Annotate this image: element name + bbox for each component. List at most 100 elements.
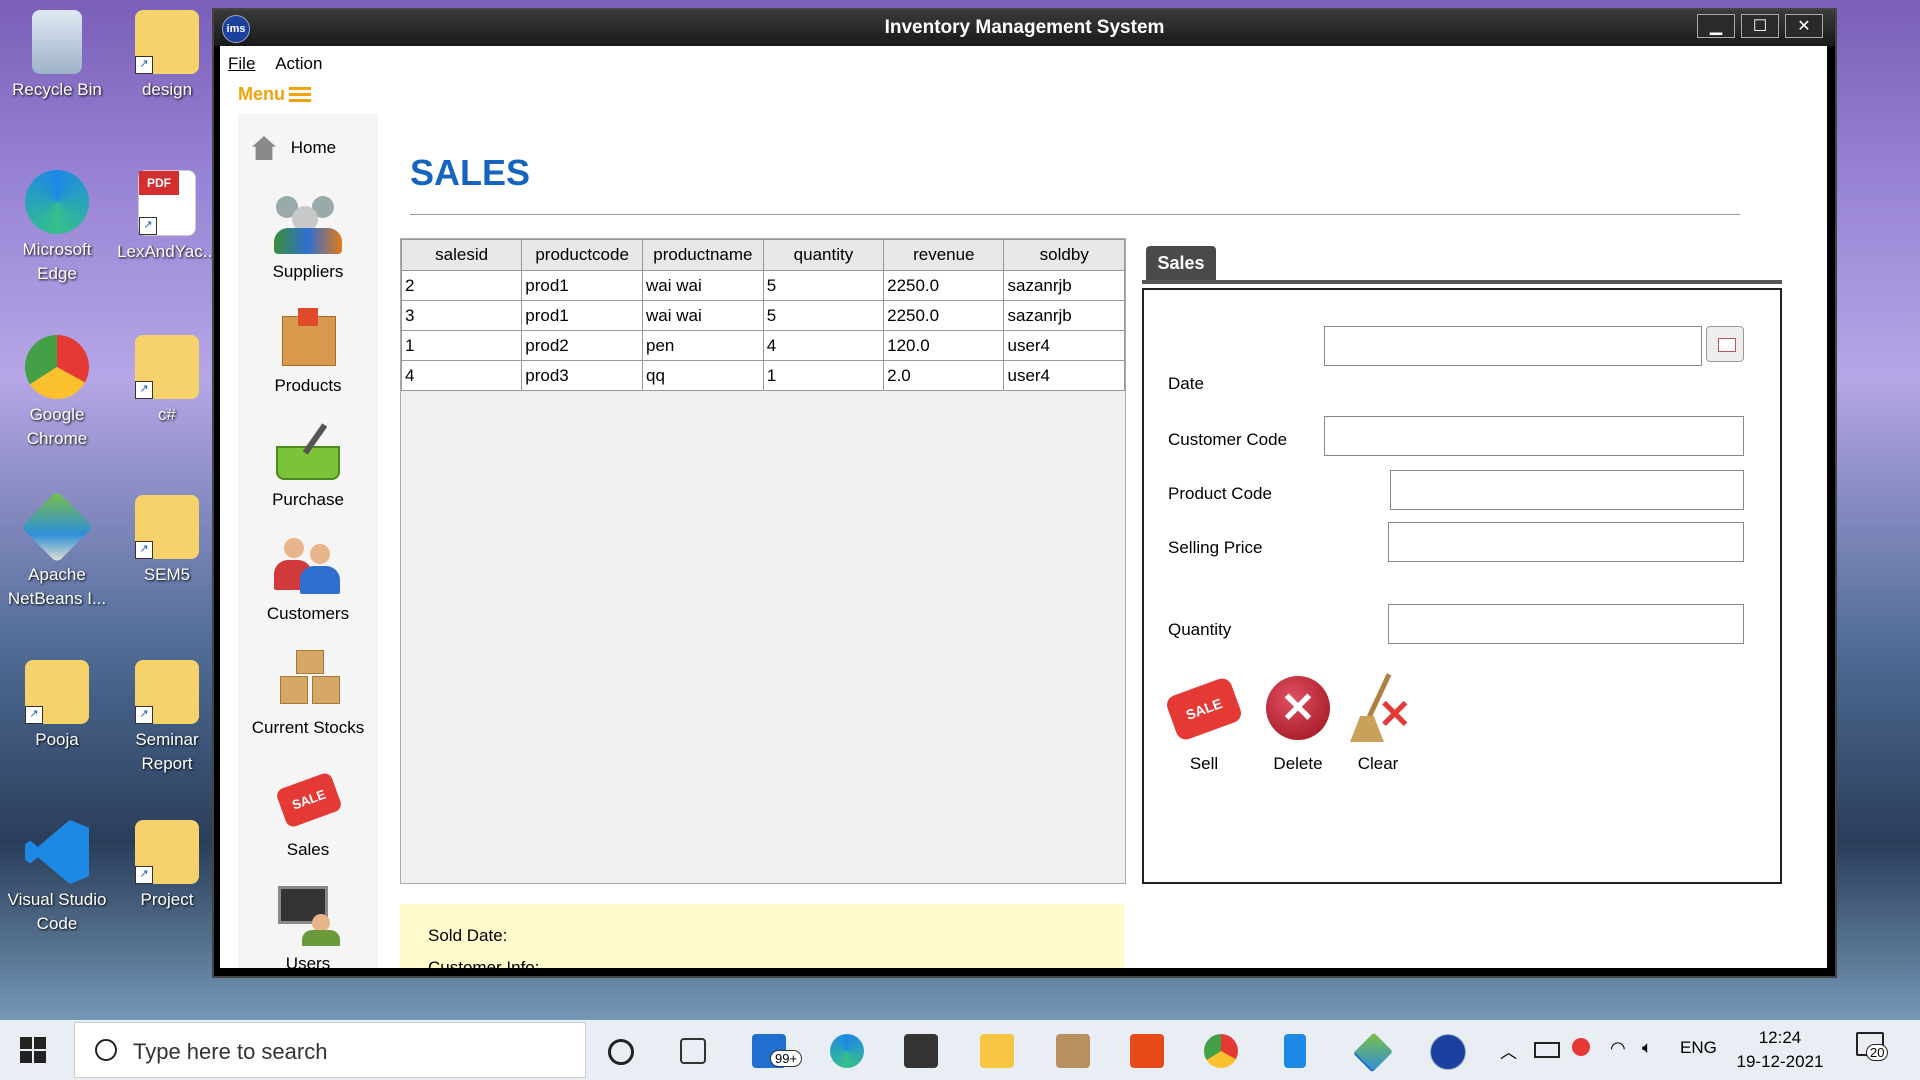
sidebar-item-products[interactable]: Products	[238, 306, 378, 396]
title-bar[interactable]: ims Inventory Management System ▁ ☐ ✕	[214, 10, 1835, 46]
mail-icon[interactable]: 99+	[752, 1034, 803, 1068]
sidebar-item-users[interactable]: Users	[238, 884, 378, 968]
store-icon[interactable]	[904, 1034, 938, 1068]
ims-app-taskbar-icon[interactable]	[1430, 1034, 1466, 1070]
notification-center-button[interactable]: 20	[1856, 1032, 1889, 1062]
column-header-productcode[interactable]: productcode	[521, 239, 643, 271]
office-icon[interactable]	[1130, 1034, 1164, 1068]
start-button[interactable]	[20, 1037, 46, 1063]
table-cell[interactable]: 3	[400, 300, 523, 331]
column-header-quantity[interactable]: quantity	[762, 239, 885, 271]
desktop-icon-chrome[interactable]: Google Chrome	[2, 335, 112, 451]
desktop-icon-netbeans[interactable]: Apache NetBeans I...	[2, 490, 112, 611]
column-header-revenue[interactable]: revenue	[883, 239, 1005, 271]
netbeans-taskbar-icon[interactable]	[1352, 1032, 1394, 1073]
table-cell[interactable]: 5	[762, 270, 885, 301]
sidebar-item-customers[interactable]: Customers	[238, 534, 378, 624]
desktop-icon-seminar-report[interactable]: ↗ Seminar Report	[112, 660, 222, 776]
table-cell[interactable]: 1	[762, 360, 885, 391]
desktop-icon-edge[interactable]: Microsoft Edge	[2, 170, 112, 286]
table-row[interactable]: 2 prod1 wai wai 5 2250.0 sazanrjb	[400, 270, 1125, 301]
sales-table[interactable]: salesid productcode productname quantity…	[400, 239, 1125, 391]
desktop-icon-recycle-bin[interactable]: Recycle Bin	[2, 10, 112, 102]
table-cell[interactable]: 2	[400, 270, 523, 301]
table-cell[interactable]: prod1	[521, 270, 643, 301]
battery-icon[interactable]	[1534, 1042, 1560, 1058]
column-header-soldby[interactable]: soldby	[1003, 239, 1125, 271]
desktop-icon-sem5[interactable]: ↗ SEM5	[112, 495, 222, 587]
table-cell[interactable]: 120.0	[883, 330, 1005, 361]
table-row[interactable]: 4 prod3 qq 1 2.0 user4	[400, 360, 1125, 391]
sidebar-item-purchase[interactable]: Purchase	[238, 420, 378, 510]
menu-action[interactable]: Action	[275, 54, 322, 73]
desktop-icon-vscode[interactable]: Visual Studio Code	[2, 820, 112, 936]
sidebar-item-home[interactable]: Home	[238, 136, 378, 160]
cortana-icon[interactable]	[608, 1039, 634, 1065]
search-icon	[95, 1039, 117, 1061]
sidebar-item-suppliers[interactable]: Suppliers	[238, 192, 378, 282]
stocks-icon	[272, 648, 344, 712]
tab-sales[interactable]: Sales	[1146, 246, 1216, 280]
network-warning-icon[interactable]	[1572, 1038, 1590, 1056]
notepad-icon[interactable]	[1284, 1034, 1306, 1068]
table-cell[interactable]: 4	[400, 360, 523, 391]
desktop-icon-pooja[interactable]: ↗ Pooja	[2, 660, 112, 752]
table-cell[interactable]: 2250.0	[883, 270, 1005, 301]
folder-icon: ↗	[135, 820, 199, 884]
clear-button[interactable]: ✕ Clear	[1328, 672, 1428, 774]
table-cell[interactable]: wai wai	[642, 300, 764, 331]
sales-table-scrollpane[interactable]: salesid productcode productname quantity…	[400, 238, 1126, 884]
table-row[interactable]: 1 prod2 pen 4 120.0 user4	[400, 330, 1125, 361]
chrome-taskbar-icon[interactable]	[1204, 1034, 1238, 1068]
volume-icon[interactable]: 🔈︎	[1642, 1038, 1652, 1058]
selling-price-label: Selling Price	[1168, 538, 1263, 557]
column-header-salesid[interactable]: salesid	[400, 239, 523, 271]
minimize-button[interactable]: ▁	[1697, 14, 1735, 38]
desktop-icon-project[interactable]: ↗ Project	[112, 820, 222, 912]
table-cell[interactable]: sazanrjb	[1003, 300, 1125, 331]
date-field[interactable]	[1324, 326, 1702, 366]
product-code-field[interactable]	[1390, 470, 1744, 510]
table-cell[interactable]: pen	[642, 330, 764, 361]
menu-file[interactable]: File	[228, 54, 255, 73]
table-cell[interactable]: user4	[1003, 360, 1125, 391]
column-header-productname[interactable]: productname	[642, 239, 764, 271]
sidebar-item-current-stocks[interactable]: Current Stocks	[238, 648, 378, 738]
selling-price-field[interactable]	[1388, 522, 1744, 562]
desktop-icon-lexandyacc[interactable]: PDF ↗ LexAndYac...	[112, 170, 222, 264]
sidebar-item-sales[interactable]: SALE Sales	[238, 770, 378, 860]
customer-code-field[interactable]	[1324, 416, 1744, 456]
table-cell[interactable]: 5	[762, 300, 885, 331]
table-cell[interactable]: 2250.0	[883, 300, 1005, 331]
taskbar-clock[interactable]: 12:24 19-12-2021	[1735, 1026, 1825, 1074]
maximize-button[interactable]: ☐	[1741, 14, 1779, 38]
menu-toggle-button[interactable]: Menu	[238, 84, 311, 105]
desktop-icon-design[interactable]: ↗ design	[112, 10, 222, 102]
desktop-icon-csharp[interactable]: ↗ c#	[112, 335, 222, 427]
table-cell[interactable]: 1	[400, 330, 523, 361]
table-cell[interactable]: prod2	[521, 330, 643, 361]
sale-tag-icon: SALE	[1164, 672, 1244, 748]
table-row[interactable]: 3 prod1 wai wai 5 2250.0 sazanrjb	[400, 300, 1125, 331]
close-button[interactable]: ✕	[1785, 14, 1823, 38]
taskbar-search-box[interactable]: Type here to search	[74, 1022, 586, 1078]
table-cell[interactable]: prod3	[521, 360, 643, 391]
table-cell[interactable]: user4	[1003, 330, 1125, 361]
table-cell[interactable]: wai wai	[642, 270, 764, 301]
window-client: File Action Menu Home Suppliers Products…	[220, 46, 1827, 968]
show-hidden-icons-chevron-icon[interactable]: ︿	[1500, 1038, 1517, 1063]
table-cell[interactable]: sazanrjb	[1003, 270, 1125, 301]
table-cell[interactable]: 2.0	[883, 360, 1005, 391]
quantity-field[interactable]	[1388, 604, 1744, 644]
table-cell[interactable]: prod1	[521, 300, 643, 331]
winrar-icon[interactable]	[1056, 1034, 1090, 1068]
file-explorer-icon[interactable]	[980, 1034, 1014, 1068]
table-cell[interactable]: qq	[642, 360, 764, 391]
wifi-icon[interactable]: ◠	[1610, 1038, 1626, 1059]
edge-taskbar-icon[interactable]	[830, 1034, 864, 1068]
sell-button[interactable]: SALE Sell	[1154, 672, 1254, 774]
task-view-icon[interactable]	[680, 1038, 706, 1064]
table-cell[interactable]: 4	[762, 330, 885, 361]
language-indicator[interactable]: ENG	[1680, 1038, 1717, 1058]
date-picker-button[interactable]	[1706, 326, 1744, 362]
